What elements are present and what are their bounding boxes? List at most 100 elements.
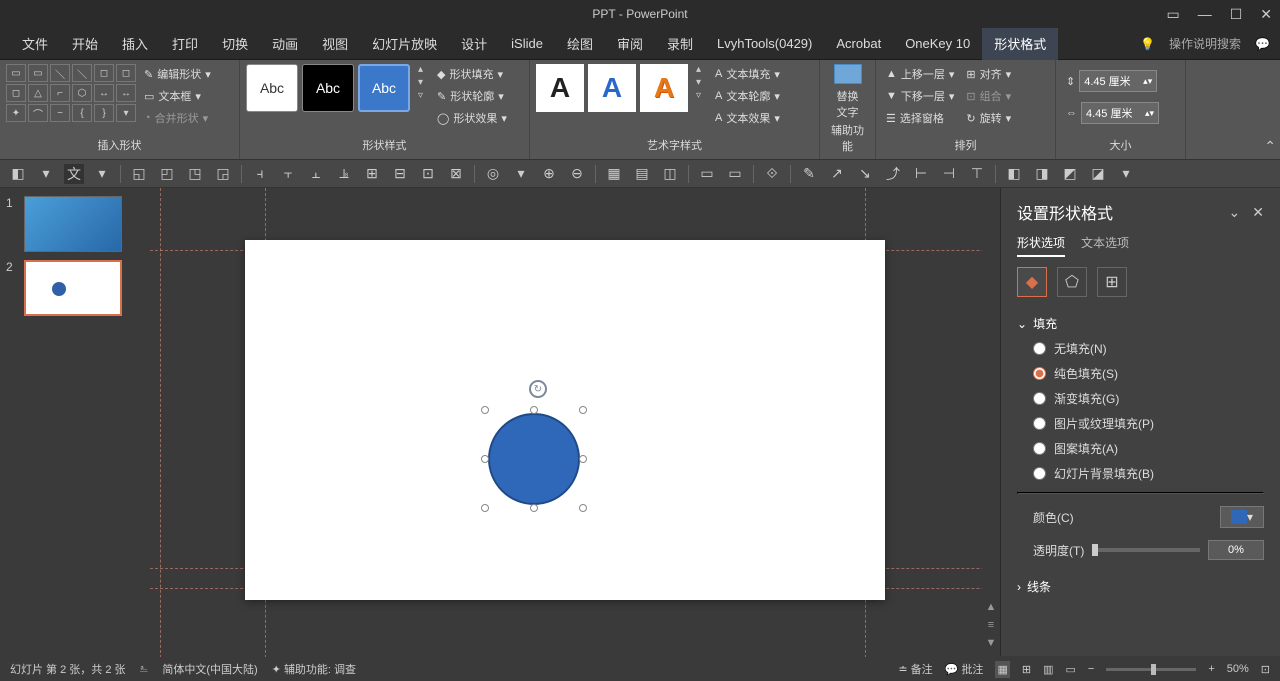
align-button[interactable]: ⊞ 对齐 ▾ [962,64,1015,84]
edit-shape-button[interactable]: ✎ 编辑形状 ▾ [140,64,215,84]
tool-icon[interactable]: ✎ [799,164,819,184]
resize-handle[interactable] [530,504,538,512]
wordart-style-1[interactable]: A [536,64,584,112]
fill-color-picker[interactable]: ▾ [1220,506,1264,528]
ribbon-display-icon[interactable]: ▭ [1166,6,1179,23]
tool-icon[interactable]: ◧ [1004,164,1024,184]
line-section-toggle[interactable]: › 线条 [1017,574,1264,599]
fill-picture-radio[interactable]: 图片或纹理填充(P) [1017,411,1264,436]
tool-icon[interactable]: ⊞ [362,164,382,184]
width-input[interactable]: 4.45 厘米▴▾ [1081,102,1159,124]
tool-icon[interactable]: ◧ [8,164,28,184]
tool-icon[interactable]: ⫠ [306,164,326,184]
shape-style-1[interactable]: Abc [246,64,298,112]
transparency-slider[interactable] [1092,548,1200,552]
tab-view[interactable]: 视图 [310,28,360,60]
resize-handle[interactable] [481,504,489,512]
sorter-view-icon[interactable]: ⊞ [1022,663,1031,676]
shape-effects-button[interactable]: ◯ 形状效果 ▾ [433,108,511,128]
tab-home[interactable]: 开始 [60,28,110,60]
tool-icon[interactable]: ◫ [660,164,680,184]
alt-text-button[interactable]: 替换 文字 [828,64,868,120]
effects-icon[interactable]: ⬠ [1057,267,1087,297]
tool-icon[interactable]: ⊟ [390,164,410,184]
shape-style-3[interactable]: Abc [358,64,410,112]
minimize-icon[interactable]: ― [1198,6,1212,22]
fill-gradient-radio[interactable]: 渐变填充(G) [1017,386,1264,411]
text-outline-button[interactable]: A 文本轮廓 ▾ [711,86,784,106]
tool-icon[interactable]: ↗ [827,164,847,184]
tab-review[interactable]: 审阅 [605,28,655,60]
tool-icon[interactable]: ⊖ [567,164,587,184]
tab-print[interactable]: 打印 [160,28,210,60]
maximize-icon[interactable]: ☐ [1230,6,1243,23]
resize-handle[interactable] [530,406,538,414]
tab-design[interactable]: 设计 [449,28,499,60]
tool-icon[interactable]: ▾ [511,164,531,184]
tool-icon[interactable]: ◲ [213,164,233,184]
pane-close-icon[interactable]: ✕ [1252,204,1264,221]
slide[interactable]: ↻ [245,240,885,600]
pane-dropdown-icon[interactable]: ⌄ [1229,204,1241,221]
tab-onekey[interactable]: OneKey 10 [893,28,982,60]
shape-gallery[interactable]: ▭▭＼＼◻◻ ◻△⌐⬡↔↔ ✦⌒~{}▾ [6,64,136,122]
slide-thumbnail-1[interactable] [24,196,122,252]
fill-line-icon[interactable]: ◆ [1017,267,1047,297]
resize-handle[interactable] [579,406,587,414]
tool-icon[interactable]: ↘ [855,164,875,184]
fill-none-radio[interactable]: 无填充(N) [1017,336,1264,361]
slideshow-view-icon[interactable]: ▭ [1065,663,1075,676]
zoom-level[interactable]: 50% [1227,663,1249,675]
merge-shapes-button[interactable]: ◔ 合并形状 ▾ [140,108,215,128]
accessibility-status[interactable]: ✦ 辅助功能: 调查 [272,661,356,677]
fill-solid-radio[interactable]: 纯色填充(S) [1017,361,1264,386]
tab-animations[interactable]: 动画 [260,28,310,60]
tool-icon[interactable]: ⟐ [762,164,782,184]
fill-section-toggle[interactable]: ⌄ 填充 [1017,311,1264,336]
text-effects-button[interactable]: A 文本效果 ▾ [711,108,784,128]
height-input[interactable]: 4.45 厘米▴▾ [1079,70,1157,92]
group-button[interactable]: ⊡ 组合 ▾ [962,86,1015,106]
tool-icon[interactable]: ▾ [36,164,56,184]
size-props-icon[interactable]: ⊞ [1097,267,1127,297]
shape-fill-button[interactable]: ◆ 形状填充 ▾ [433,64,511,84]
tool-icon[interactable]: ⤴ [883,164,903,184]
wordart-scroll-down[interactable]: ▾ [696,77,701,88]
tab-shape-options[interactable]: 形状选项 [1017,234,1065,257]
collapse-ribbon-icon[interactable]: ⌃ [1264,138,1276,155]
resize-handle[interactable] [481,406,489,414]
tool-icon[interactable]: ◪ [1088,164,1108,184]
wordart-more[interactable]: ▿ [696,90,701,101]
rotate-handle[interactable]: ↻ [529,380,547,398]
tool-icon[interactable]: ⫞ [250,164,270,184]
normal-view-icon[interactable]: ▦ [995,661,1009,678]
tool-icon[interactable]: ▾ [92,164,112,184]
circle-shape[interactable] [488,413,580,505]
scroll-down-icon[interactable]: ▼ [986,637,997,649]
tool-icon[interactable]: 文 [64,164,84,184]
bring-forward-button[interactable]: ▲ 上移一层 ▾ [882,64,958,84]
tab-lvyhtools[interactable]: LvyhTools(0429) [705,28,824,60]
tool-icon[interactable]: ⫟ [278,164,298,184]
vertical-scroll[interactable]: ▲ ≡ ▼ [982,188,1000,657]
tool-icon[interactable]: ⊡ [418,164,438,184]
tab-insert[interactable]: 插入 [110,28,160,60]
tool-icon[interactable]: ◰ [157,164,177,184]
tool-icon[interactable]: ▾ [1116,164,1136,184]
zoom-slider[interactable] [1106,668,1196,671]
shape-style-2[interactable]: Abc [302,64,354,112]
close-icon[interactable]: ✕ [1260,6,1272,23]
text-fill-button[interactable]: A 文本填充 ▾ [711,64,784,84]
language[interactable]: 简体中文(中国大陆) [162,661,257,677]
wordart-style-3[interactable]: A [640,64,688,112]
resize-handle[interactable] [481,455,489,463]
tool-icon[interactable]: ▤ [632,164,652,184]
tab-text-options[interactable]: 文本选项 [1081,234,1129,257]
tab-record[interactable]: 录制 [655,28,705,60]
rotate-button[interactable]: ↻ 旋转 ▾ [962,108,1015,128]
selected-shape[interactable]: ↻ [485,410,583,508]
fill-pattern-radio[interactable]: 图案填充(A) [1017,436,1264,461]
scroll-up-icon[interactable]: ▲ [986,601,997,613]
tool-icon[interactable]: ⊤ [967,164,987,184]
tab-file[interactable]: 文件 [10,28,60,60]
